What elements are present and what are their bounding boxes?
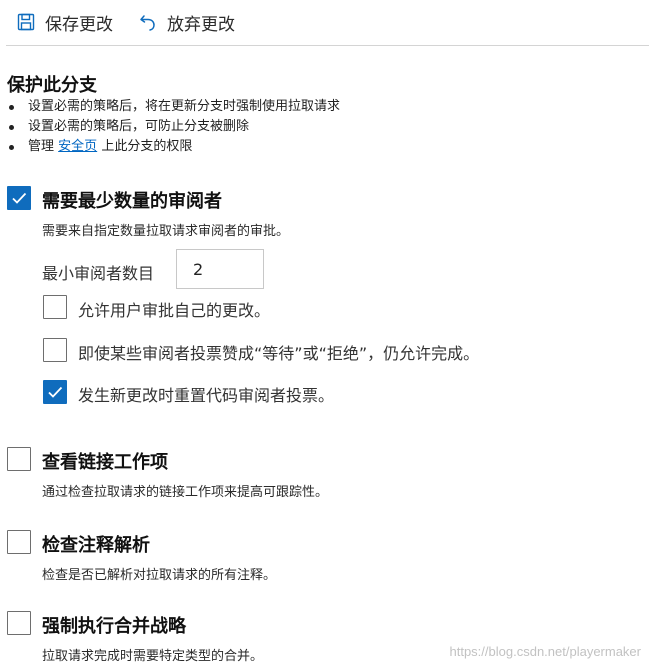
checkmark-icon (48, 386, 63, 398)
linked-work-items-title: 查看链接工作项 (42, 452, 168, 473)
min-reviewers-title: 需要最少数量的审阅者 (42, 191, 222, 212)
undo-icon (138, 12, 158, 32)
allow-self-approve-label: 允许用户审批自己的更改。 (78, 301, 271, 320)
linked-work-items-checkbox[interactable] (7, 447, 31, 471)
min-reviewers-desc: 需要来自指定数量拉取请求审阅者的审批。 (42, 224, 290, 239)
comment-resolution-title: 检查注释解析 (42, 535, 150, 556)
branch-protection-info-list: 设置必需的策略后，将在更新分支时强制使用拉取请求 设置必需的策略后，可防止分支被… (7, 97, 340, 157)
linked-work-items-desc: 通过检查拉取请求的链接工作项来提高可跟踪性。 (42, 485, 329, 500)
min-reviewer-count-label: 最小审阅者数目 (42, 264, 155, 283)
watermark: https://blog.csdn.net/playermaker (449, 644, 642, 659)
info-suffix: 上此分支的权限 (101, 139, 193, 154)
reset-votes-label: 发生新更改时重置代码审阅者投票。 (78, 386, 335, 405)
merge-strategy-desc: 拉取请求完成时需要特定类型的合并。 (42, 649, 264, 664)
save-changes-button[interactable]: 保存更改 (16, 9, 113, 35)
checkmark-icon (12, 192, 27, 204)
reset-votes-checkbox[interactable] (43, 380, 67, 404)
save-icon (16, 12, 36, 32)
discard-changes-button[interactable]: 放弃更改 (138, 9, 235, 35)
allow-completion-with-rejects-checkbox[interactable] (43, 338, 67, 362)
info-item: 设置必需的策略后，可防止分支被删除 (7, 117, 340, 137)
info-item: 设置必需的策略后，将在更新分支时强制使用拉取请求 (7, 97, 340, 117)
discard-changes-label: 放弃更改 (167, 14, 235, 35)
allow-self-approve-checkbox[interactable] (43, 295, 67, 319)
toolbar-divider (6, 45, 649, 46)
save-changes-label: 保存更改 (45, 14, 113, 35)
min-reviewer-count-input[interactable] (176, 249, 264, 289)
min-reviewers-checkbox[interactable] (7, 186, 31, 210)
allow-completion-with-rejects-label: 即使某些审阅者投票赞成“等待”或“拒绝”，仍允许完成。 (78, 344, 480, 363)
merge-strategy-checkbox[interactable] (7, 611, 31, 635)
info-prefix: 管理 (28, 139, 55, 154)
security-page-link[interactable]: 安全页 (58, 139, 97, 154)
section-title: 保护此分支 (7, 75, 97, 96)
merge-strategy-title: 强制执行合并战略 (42, 616, 186, 637)
info-item: 管理 安全页 上此分支的权限 (7, 137, 340, 157)
toolbar: 保存更改 放弃更改 (0, 0, 649, 46)
comment-resolution-checkbox[interactable] (7, 530, 31, 554)
comment-resolution-desc: 检查是否已解析对拉取请求的所有注释。 (42, 568, 277, 583)
